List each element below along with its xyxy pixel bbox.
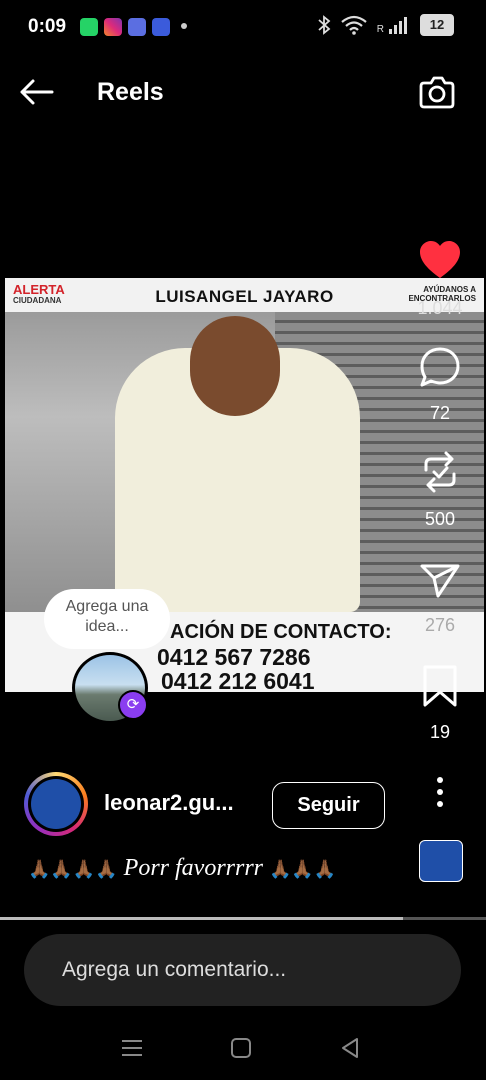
child-face <box>190 316 280 416</box>
more-notifications-dot <box>181 23 187 29</box>
save-bookmark-icon[interactable] <box>418 664 462 708</box>
saves-count: 19 <box>429 722 451 742</box>
signal-icon <box>389 17 407 34</box>
audio-thumbnail[interactable] <box>419 840 463 882</box>
remix-icon[interactable]: ⟳ <box>118 690 148 720</box>
back-arrow-icon[interactable] <box>18 78 54 106</box>
shares-count: 276 <box>424 615 456 635</box>
video-progress-bar[interactable] <box>0 917 486 920</box>
like-heart-icon[interactable] <box>418 240 462 280</box>
caption-emoji-left: 🙏🏾🙏🏾🙏🏾🙏🏾 <box>28 859 118 879</box>
instagram-icon <box>104 18 122 36</box>
comments-count: 72 <box>429 403 451 423</box>
more-options-icon[interactable] <box>418 776 462 808</box>
comment-placeholder: Agrega un comentario... <box>62 958 287 981</box>
comment-icon[interactable] <box>418 346 462 390</box>
comment-input[interactable]: Agrega un comentario... <box>24 934 461 1006</box>
phone-number-1: 0412 567 7286 <box>157 644 311 670</box>
bluetooth-icon <box>318 15 331 35</box>
back-nav-icon[interactable] <box>340 1037 360 1059</box>
battery-indicator: 12 <box>420 14 454 36</box>
caption-emoji-right: 🙏🏾🙏🏾🙏🏾 <box>269 859 337 879</box>
reel-caption[interactable]: 🙏🏾🙏🏾🙏🏾🙏🏾 Porr favorrrrr 🙏🏾🙏🏾🙏🏾 <box>28 855 336 882</box>
follow-button[interactable]: Seguir <box>272 782 385 829</box>
author-username[interactable]: leonar2.gu... <box>104 790 234 816</box>
recent-apps-icon[interactable] <box>120 1038 144 1058</box>
reposts-count: 500 <box>424 509 456 529</box>
likes-count: 1.044 <box>417 298 463 318</box>
caption-text: Porr favorrrrr <box>123 855 264 881</box>
status-bar: 0:09 R 12 <box>0 0 486 52</box>
contact-label: ACIÓN DE CONTACTO: <box>170 621 392 643</box>
wifi-icon <box>341 15 367 35</box>
page-title: Reels <box>97 78 164 106</box>
share-icon[interactable] <box>418 560 462 600</box>
status-right: R 12 <box>317 14 454 36</box>
repost-icon[interactable] <box>418 450 462 494</box>
messenger-icon <box>128 18 146 36</box>
phone-number-2: 0412 212 6041 <box>161 668 315 692</box>
video-progress-fill <box>0 917 404 920</box>
add-idea-bubble[interactable]: Agrega una idea... <box>44 589 170 649</box>
status-time: 0:09 <box>28 16 67 37</box>
camera-icon[interactable] <box>418 74 456 110</box>
ayudanos-line1: AYÚDANOS A <box>423 285 476 294</box>
author-avatar[interactable] <box>24 772 88 836</box>
home-icon[interactable] <box>230 1037 252 1059</box>
shield-icon <box>152 18 170 36</box>
whatsapp-icon <box>80 18 98 36</box>
signal-label: R <box>376 23 384 35</box>
system-nav-bar <box>0 1020 486 1080</box>
